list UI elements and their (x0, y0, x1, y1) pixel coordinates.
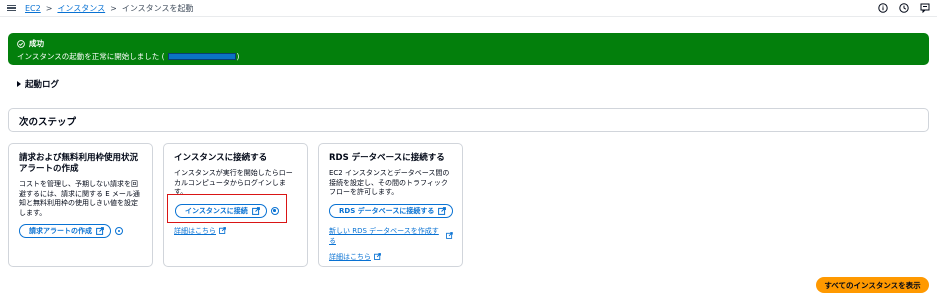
instance-id-link[interactable] (167, 53, 236, 60)
notification-icon[interactable] (115, 227, 123, 235)
view-all-instances-button[interactable]: すべてのインスタンスを表示 (816, 277, 929, 293)
rds-learn-more-link[interactable]: 詳細はこちら (329, 252, 381, 262)
billing-card-title: 請求および無料利用枠使用状況アラートの作成 (19, 153, 139, 174)
billing-card-description: コストを管理し、予期しない請求を回避するには、請求に関する E メール通知と無料… (19, 180, 140, 217)
check-circle-icon (17, 39, 25, 48)
utility-icons (877, 2, 930, 13)
highlight-box (167, 194, 287, 223)
breadcrumb-ec2[interactable]: EC2 (25, 4, 41, 13)
external-link-icon (438, 206, 447, 215)
connect-rds-button[interactable]: RDS データベースに接続する (329, 203, 454, 218)
launch-log-expander[interactable]: 起動ログ (17, 78, 59, 90)
flash-title: 成功 (29, 39, 44, 48)
launch-log-label: 起動ログ (25, 80, 60, 90)
rds-card-description: EC2 インスタンスとデータベース間の接続を設定し、その間のトラフィックフローを… (329, 169, 450, 196)
top-navigation: EC2 > インスタンス > インスタンスを起動 (0, 0, 937, 16)
billing-alert-card: 請求および無料利用枠使用状況アラートの作成 コストを管理し、予期しない請求を回避… (8, 143, 153, 267)
rds-learn-more-label: 詳細はこちら (329, 252, 371, 261)
info-icon[interactable] (877, 2, 888, 13)
create-rds-label: 新しい RDS データベースを作成する (329, 226, 439, 245)
history-icon[interactable] (898, 2, 909, 13)
feedback-icon[interactable] (919, 2, 930, 13)
create-billing-alert-label: 請求アラートの作成 (29, 227, 92, 235)
flash-message-text: インスタンスの起動を正常に開始しました ( (17, 52, 165, 61)
connect-card-title: インスタンスに接続する (174, 153, 268, 163)
caret-right-icon (17, 81, 21, 87)
connect-rds-label: RDS データベースに接続する (339, 206, 435, 215)
rds-card-title: RDS データベースに接続する (329, 153, 445, 163)
flash-message: インスタンスの起動を正常に開始しました ( ) (17, 51, 929, 62)
success-flashbar: 成功 インスタンスの起動を正常に開始しました ( ) (8, 33, 929, 65)
create-billing-alert-button[interactable]: 請求アラートの作成 (19, 224, 111, 238)
next-steps-title: 次のステップ (19, 117, 77, 128)
connect-learn-more-label: 詳細はこちら (174, 226, 216, 235)
flash-header: 成功 (17, 38, 929, 49)
external-link-icon (219, 227, 226, 234)
rds-connect-card: RDS データベースに接続する EC2 インスタンスとデータベース間の接続を設定… (318, 143, 463, 267)
breadcrumb-instances[interactable]: インスタンス (57, 3, 105, 14)
external-link-icon (446, 232, 453, 239)
header-divider (0, 16, 937, 17)
connect-learn-more-link[interactable]: 詳細はこちら (174, 226, 226, 236)
create-rds-link[interactable]: 新しい RDS データベースを作成する (329, 226, 453, 246)
external-link-icon (374, 253, 381, 260)
chevron-right-icon: > (110, 3, 117, 13)
next-steps-header: 次のステップ (8, 108, 929, 132)
hamburger-icon[interactable] (7, 4, 16, 12)
chevron-right-icon: > (45, 3, 53, 13)
breadcrumb-current: インスタンスを起動 (121, 3, 194, 13)
flash-message-suffix: ) (236, 52, 240, 61)
external-link-icon (96, 227, 104, 235)
